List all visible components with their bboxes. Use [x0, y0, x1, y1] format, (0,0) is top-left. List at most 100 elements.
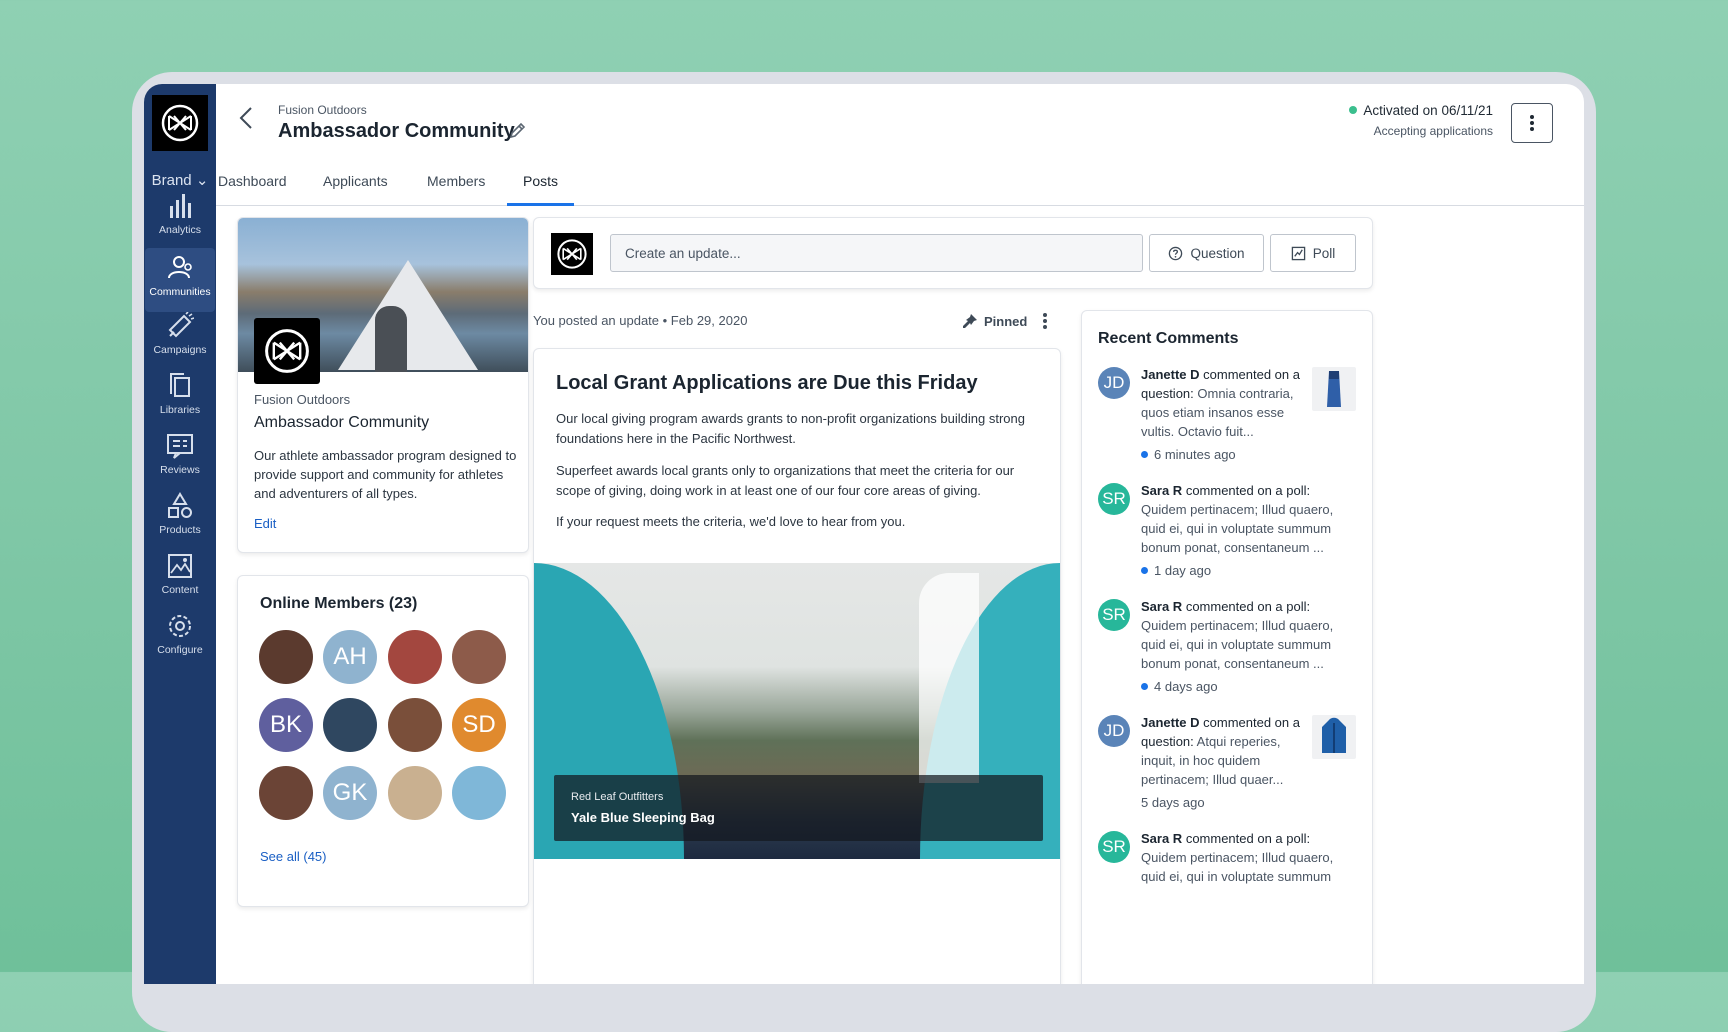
- unread-dot: [1141, 683, 1148, 690]
- sidebar-item-campaigns[interactable]: Campaigns: [145, 312, 215, 376]
- sidebar-item-products[interactable]: Products: [145, 492, 215, 556]
- see-all-members-link[interactable]: See all (45): [260, 849, 326, 864]
- member-avatar[interactable]: [452, 766, 506, 820]
- online-members-title: Online Members (23): [260, 595, 418, 612]
- member-avatar[interactable]: [323, 698, 377, 752]
- comment-author: Janette D: [1141, 715, 1200, 730]
- post-paragraph: Superfeet awards local grants only to or…: [556, 463, 1015, 498]
- product-brand: Red Leaf Outfitters: [571, 791, 664, 803]
- question-button[interactable]: Question: [1149, 234, 1264, 272]
- chevron-left-icon: [239, 107, 252, 129]
- post-paragraph: Our local giving program awards grants t…: [556, 411, 1025, 446]
- sidebar-item-label: Campaigns: [153, 344, 207, 356]
- profile-description: Our athlete ambassador program designed …: [254, 448, 517, 501]
- chevron-down-icon: ⌄: [195, 172, 209, 189]
- brand-logo-icon: [557, 239, 587, 269]
- pinned-label: Pinned: [984, 313, 1028, 329]
- tab-applicants[interactable]: Applicants: [323, 170, 388, 203]
- edit-profile-link[interactable]: Edit: [254, 516, 276, 531]
- poll-chart-icon: [1291, 246, 1305, 260]
- sidebar-item-label: Configure: [157, 644, 203, 656]
- app-screen: Brand ⌄ Analytics Communities Campaigns …: [144, 84, 1584, 984]
- product-thumbnail[interactable]: [1312, 715, 1356, 759]
- post-image[interactable]: Red Leaf Outfitters Yale Blue Sleeping B…: [534, 563, 1060, 859]
- image-icon: [168, 554, 192, 578]
- brand-logo[interactable]: [152, 95, 208, 151]
- comment-text: Quidem pertinacem; Illud quaero, quid ei…: [1141, 850, 1334, 884]
- member-avatar[interactable]: [388, 766, 442, 820]
- comment-time: 1 day ago: [1154, 563, 1212, 578]
- more-options-button[interactable]: [1511, 103, 1553, 143]
- recent-comments-title: Recent Comments: [1098, 330, 1239, 347]
- tab-posts[interactable]: Posts: [507, 170, 575, 206]
- pin-icon: [963, 314, 977, 328]
- avatar: SR: [1098, 599, 1130, 631]
- member-avatar[interactable]: SD: [452, 698, 506, 752]
- product-tag[interactable]: Red Leaf Outfitters Yale Blue Sleeping B…: [554, 775, 1043, 841]
- sidebar-item-libraries[interactable]: Libraries: [145, 372, 215, 436]
- unread-dot: [1141, 451, 1148, 458]
- kebab-icon: [1530, 115, 1534, 131]
- sidebar-item-communities[interactable]: Communities: [145, 248, 215, 312]
- sidebar-item-label: Content: [161, 584, 199, 596]
- comment-text: Quidem pertinacem; Illud quaero, quid ei…: [1141, 618, 1334, 671]
- member-avatar[interactable]: [388, 698, 442, 752]
- tab-members[interactable]: Members: [427, 170, 485, 203]
- avatar: SR: [1098, 831, 1130, 863]
- member-avatar[interactable]: [259, 766, 313, 820]
- poll-label: Poll: [1312, 245, 1336, 261]
- create-update-input[interactable]: Create an update...: [610, 234, 1143, 272]
- profile-org: Fusion Outdoors: [254, 392, 351, 407]
- community-status: Activated on 06/11/21 Accepting applicat…: [1349, 103, 1493, 138]
- avatar: JD: [1098, 367, 1130, 399]
- community-profile-card: Fusion Outdoors Ambassador Community Our…: [237, 217, 529, 553]
- member-avatar[interactable]: [388, 630, 442, 684]
- poll-button[interactable]: Poll: [1270, 234, 1356, 272]
- back-button[interactable]: [238, 106, 254, 135]
- question-circle-icon: [1169, 246, 1183, 260]
- sidebar: Brand ⌄ Analytics Communities Campaigns …: [144, 84, 216, 984]
- member-avatar[interactable]: [259, 630, 313, 684]
- member-avatar[interactable]: AH: [323, 630, 377, 684]
- bar-chart-icon: [170, 194, 191, 218]
- sidebar-item-analytics[interactable]: Analytics: [145, 192, 215, 256]
- profile-name: Ambassador Community: [254, 414, 430, 431]
- product-thumbnail[interactable]: [1312, 367, 1356, 411]
- post-options-button[interactable]: [1042, 312, 1048, 335]
- recent-comments-card: Recent Comments JD Janette D commented o…: [1081, 310, 1373, 984]
- people-icon: [168, 256, 192, 279]
- pencil-icon: [509, 122, 526, 139]
- comment-time: 6 minutes ago: [1154, 447, 1236, 462]
- avatar: JD: [1098, 715, 1130, 747]
- edit-title-button[interactable]: [508, 122, 526, 145]
- pinned-indicator[interactable]: Pinned: [962, 313, 1027, 329]
- composer-avatar: [551, 233, 593, 275]
- question-label: Question: [1190, 245, 1245, 261]
- post-paragraph: If your request meets the criteria, we'd…: [556, 514, 906, 529]
- post-title: Local Grant Applications are Due this Fr…: [556, 372, 978, 394]
- stack-icon: [170, 373, 190, 397]
- avatar: SR: [1098, 483, 1130, 515]
- sleeping-bag-thumbnail-icon: [1327, 371, 1341, 407]
- comment-author: Sara R: [1141, 831, 1183, 846]
- member-avatar[interactable]: [452, 630, 506, 684]
- status-text: Activated on 06/11/21: [1363, 103, 1493, 118]
- member-avatar[interactable]: BK: [259, 698, 313, 752]
- comment-time: 5 days ago: [1141, 795, 1205, 810]
- sidebar-item-label: Reviews: [160, 464, 200, 476]
- member-avatar[interactable]: GK: [323, 766, 377, 820]
- sidebar-item-label: Libraries: [159, 404, 201, 416]
- sidebar-item-reviews[interactable]: Reviews: [145, 432, 215, 496]
- sidebar-item-configure[interactable]: Configure: [145, 612, 215, 676]
- tab-dashboard[interactable]: Dashboard: [218, 170, 287, 203]
- brand-logo-icon: [161, 104, 199, 142]
- status-dot: [1349, 106, 1358, 114]
- breadcrumb-org[interactable]: Fusion Outdoors: [278, 103, 367, 117]
- comment-text: Quidem pertinacem; Illud quaero, quid ei…: [1141, 502, 1334, 555]
- unread-dot: [1141, 567, 1148, 574]
- sidebar-item-content[interactable]: Content: [145, 552, 215, 616]
- jacket-thumbnail-icon: [1322, 717, 1346, 753]
- brand-selector[interactable]: Brand ⌄: [144, 171, 216, 189]
- comment-author: Sara R: [1141, 483, 1183, 498]
- kebab-icon: [1043, 313, 1047, 329]
